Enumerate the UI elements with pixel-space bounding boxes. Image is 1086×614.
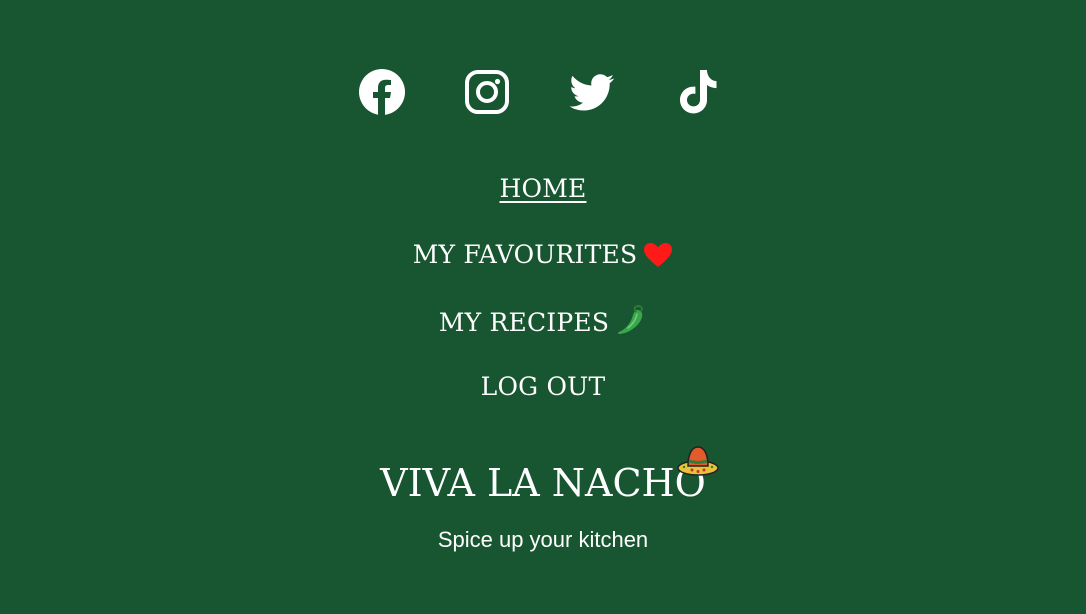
recipes-link[interactable]: MY RECIPES [438,304,647,337]
brand: VIVA LA NACHO [0,446,1086,506]
instagram-link[interactable] [463,68,511,116]
tiktok-link[interactable] [673,68,721,116]
home-link[interactable]: HOME [500,174,587,203]
chili-pepper-icon [615,304,647,345]
logout-link[interactable]: LOG OUT [481,372,606,401]
facebook-icon [359,69,405,115]
twitter-icon [569,74,615,111]
tagline: Spice up your kitchen [437,527,649,552]
facebook-link[interactable] [358,68,406,116]
nav-item-logout: LOG OUT [0,370,1086,404]
favourites-label: MY FAVOURITES [412,240,638,269]
instagram-icon [465,70,509,114]
favourites-link[interactable]: MY FAVOURITES [413,240,674,269]
tiktok-icon [680,70,717,114]
nav-item-recipes: MY RECIPES [0,304,1086,345]
brand-title: VIVA LA NACHO [380,461,706,505]
recipes-label: MY RECIPES [438,308,610,337]
twitter-link[interactable] [568,68,616,116]
sombrero-icon [677,446,719,476]
social-links [0,68,1086,118]
nav-item-home: HOME [0,172,1086,206]
nav-item-favourites: MY FAVOURITES [0,238,1086,277]
heart-icon [643,242,673,277]
